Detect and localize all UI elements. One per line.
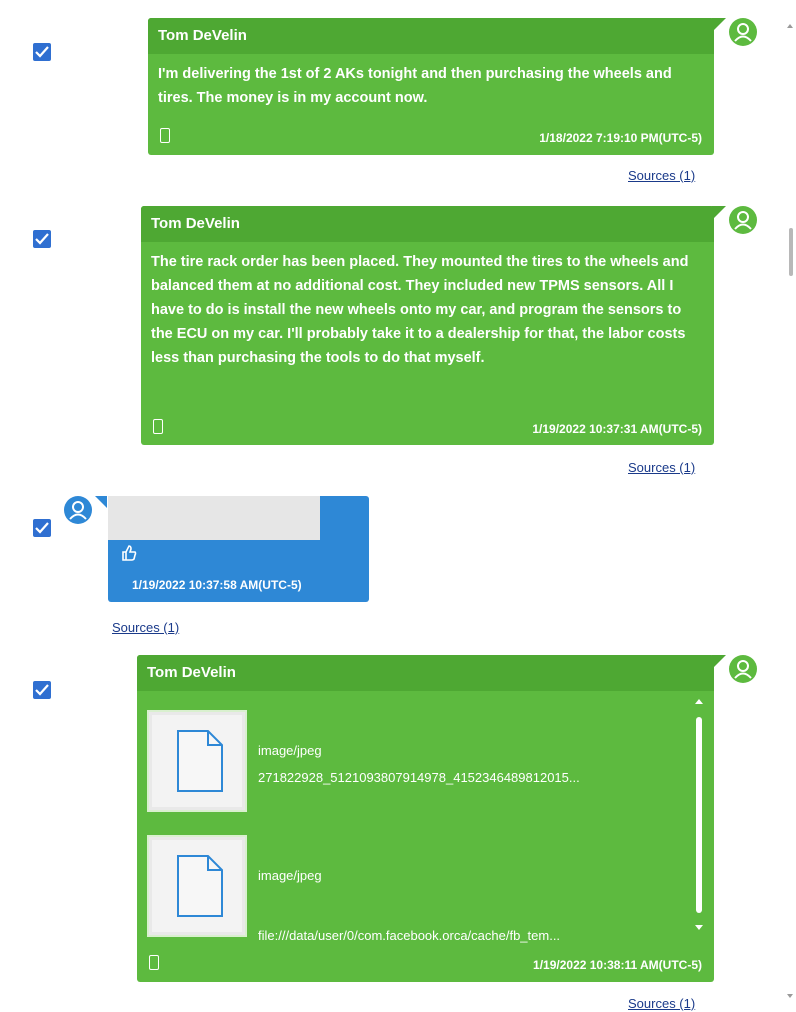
message-timestamp: 1/19/2022 10:37:58 AM(UTC-5) (132, 578, 302, 592)
sources-link[interactable]: Sources (1) (628, 460, 695, 475)
phone-icon (153, 419, 163, 434)
message-bubble: Tom DeVelin The tire rack order has been… (141, 206, 714, 445)
attachment-name: file:///data/user/0/com.facebook.orca/ca… (258, 928, 561, 943)
phone-icon (160, 128, 170, 143)
attachment-thumbnail[interactable] (147, 710, 247, 812)
avatar-icon (729, 655, 757, 683)
page-scroll-up-arrow[interactable] (787, 24, 793, 28)
sources-link[interactable]: Sources (1) (628, 168, 695, 183)
scroll-down-arrow[interactable] (695, 925, 703, 930)
sender-name: Tom DeVelin (141, 206, 714, 242)
attachment-thumbnail[interactable] (147, 835, 247, 937)
sender-name: Tom DeVelin (137, 655, 714, 691)
message-select-checkbox[interactable] (33, 681, 51, 699)
message-bubble: Tom DeVelin image/jpeg 271822928_5121093… (137, 655, 714, 982)
attachment-type: image/jpeg (258, 743, 322, 758)
attachment-name: 271822928_5121093807914978_4152346489812… (258, 770, 580, 785)
message-select-checkbox[interactable] (33, 230, 51, 248)
avatar-icon (729, 206, 757, 234)
avatar-icon (729, 18, 757, 46)
sources-link[interactable]: Sources (1) (112, 620, 179, 635)
redacted-sender-name (108, 496, 320, 540)
file-icon (177, 855, 223, 917)
bubble-tail (712, 206, 726, 220)
avatar-icon (64, 496, 92, 524)
sender-name: Tom DeVelin (148, 18, 714, 54)
bubble-tail (712, 655, 726, 669)
page-scrollbar-thumb[interactable] (789, 228, 793, 276)
message-select-checkbox[interactable] (33, 519, 51, 537)
bubble-tail (95, 496, 107, 508)
message-bubble: Tom DeVelin I'm delivering the 1st of 2 … (148, 18, 714, 155)
message-text: I'm delivering the 1st of 2 AKs tonight … (158, 66, 672, 106)
thumbs-up-icon (120, 544, 138, 567)
file-icon (177, 730, 223, 792)
sources-link[interactable]: Sources (1) (628, 996, 695, 1011)
attachment-type: image/jpeg (258, 868, 322, 883)
scroll-up-arrow[interactable] (695, 699, 703, 704)
message-timestamp: 1/19/2022 10:38:11 AM(UTC-5) (533, 958, 702, 972)
attachments-scrollbar[interactable] (696, 717, 702, 913)
bubble-tail (712, 18, 726, 32)
message-select-checkbox[interactable] (33, 43, 51, 61)
message-bubble: 1/19/2022 10:37:58 AM(UTC-5) (108, 496, 369, 602)
page-scroll-down-arrow[interactable] (787, 994, 793, 998)
message-text: The tire rack order has been placed. The… (151, 254, 689, 366)
phone-icon (149, 955, 159, 970)
message-timestamp: 1/18/2022 7:19:10 PM(UTC-5) (539, 131, 702, 145)
message-timestamp: 1/19/2022 10:37:31 AM(UTC-5) (532, 422, 702, 436)
